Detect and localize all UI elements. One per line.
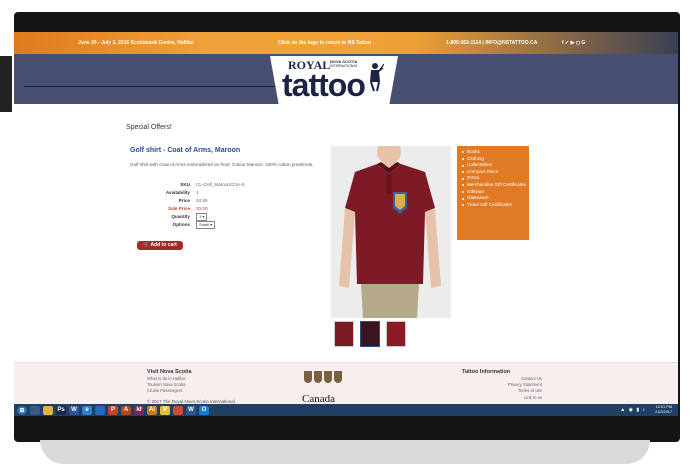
laptop-base bbox=[40, 440, 650, 464]
clock-time: 12:01 PM bbox=[655, 405, 672, 409]
category-menu: Books Clothing Collectables Compact Disc… bbox=[457, 146, 529, 240]
crest-icon bbox=[324, 371, 332, 383]
thumbnail-back[interactable] bbox=[386, 321, 406, 347]
visit-links: What to do in Halifax Tourism Nova Scoti… bbox=[147, 376, 186, 395]
logo-tattoo: tattoo bbox=[282, 67, 366, 103]
product-photo[interactable] bbox=[331, 140, 451, 318]
menu-item-compact-discs[interactable]: Compact Discs bbox=[457, 169, 529, 176]
sponsor-crests bbox=[304, 371, 342, 383]
system-tray-icons[interactable]: ▲ ◉ ▮ ♪ bbox=[620, 407, 646, 413]
menu-item-glassware[interactable]: Glassware bbox=[457, 195, 529, 202]
thumbnail-strip bbox=[334, 321, 406, 347]
main-content: Special Offers! Golf shirt - Coat of Arm… bbox=[14, 104, 678, 362]
page-title: Special Offers! bbox=[126, 124, 172, 131]
outlook-icon[interactable]: O bbox=[199, 405, 209, 415]
quantity-value: 1 bbox=[199, 214, 202, 219]
social-icons[interactable]: f ✓ ▶ ◻ G bbox=[562, 40, 585, 46]
visit-heading: Visit Nova Scotia bbox=[147, 369, 192, 375]
product-specs: SKU CL-Golf_MaroonCOA-S Availability 1 P… bbox=[130, 181, 245, 229]
quantity-select[interactable]: 1 ▾ bbox=[196, 213, 208, 221]
add-to-cart-label: Add to cart bbox=[150, 242, 177, 248]
taskbar-clock[interactable]: 12:01 PM 21/2/2017 bbox=[655, 405, 672, 414]
spec-value: CL-Golf_MaroonCOA-S bbox=[196, 182, 245, 187]
event-dates: June 26 - July 3, 2016 Scotiabank Centre… bbox=[78, 40, 194, 46]
menu-item-merchandise-gift[interactable]: Merchandise Gift Certificates bbox=[457, 182, 529, 189]
crest-icon bbox=[304, 371, 312, 383]
crest-icon bbox=[314, 371, 322, 383]
spec-value: 20.00 bbox=[196, 206, 208, 211]
info-links: Contact Us Privacy Statement Terms of us… bbox=[472, 376, 542, 401]
screen-edge-strip bbox=[0, 56, 12, 112]
thumbnail-front[interactable] bbox=[334, 321, 354, 347]
illustrator-icon[interactable]: Ai bbox=[147, 405, 157, 415]
acrobat-icon[interactable]: A bbox=[121, 405, 131, 415]
word-icon[interactable]: W bbox=[69, 405, 79, 415]
logo-hint: Click on the logo to return to NS Tattoo bbox=[278, 40, 371, 46]
bagpiper-icon bbox=[370, 63, 384, 92]
windows-taskbar: ⊞ Ps W e P A Id Ai V W O ▲ ◉ ▮ ♪ 12:01 P… bbox=[14, 404, 678, 416]
tattoo-logo[interactable]: ROYAL NOVA SCOTIA INTERNATIONAL tattoo bbox=[270, 56, 398, 106]
spec-label: Availability bbox=[165, 190, 190, 195]
info-heading: Tattoo Information bbox=[462, 369, 511, 375]
contact-info[interactable]: 1-800-563-1114 | INFO@NSTATTOO.CA bbox=[446, 40, 537, 46]
spec-label: Price bbox=[178, 198, 190, 203]
spec-row-sku: SKU CL-Golf_MaroonCOA-S bbox=[130, 181, 245, 189]
spec-row-price: Price 34.95 bbox=[130, 197, 245, 205]
folder-icon[interactable] bbox=[43, 405, 53, 415]
visit-link[interactable]: Cruise Passengers bbox=[147, 388, 186, 394]
menu-item-ticket-gift[interactable]: Ticket Gift Certificates bbox=[457, 202, 529, 209]
chrome-icon[interactable] bbox=[173, 405, 183, 415]
menu-item-clothing[interactable]: Clothing bbox=[457, 156, 529, 163]
photoshop-icon[interactable]: Ps bbox=[56, 405, 66, 415]
vectorworks-icon[interactable]: V bbox=[160, 405, 170, 415]
spec-label: Sale Price bbox=[168, 206, 190, 211]
indesign-icon[interactable]: Id bbox=[134, 405, 144, 415]
spec-label: Options bbox=[172, 222, 190, 227]
app-icon[interactable] bbox=[95, 405, 105, 415]
clock-date: 21/2/2017 bbox=[655, 409, 672, 414]
spec-label: SKU bbox=[180, 182, 190, 187]
cart-icon: 🛒 bbox=[143, 242, 150, 248]
menu-item-giftware[interactable]: Giftware bbox=[457, 189, 529, 196]
thumbnail-crest[interactable] bbox=[360, 321, 380, 347]
options-select[interactable]: Small ▾ bbox=[196, 221, 216, 229]
crest-icon bbox=[334, 371, 342, 383]
options-value: Small bbox=[199, 222, 210, 227]
golf-shirt-model-image bbox=[331, 140, 451, 318]
spec-label: Quantity bbox=[171, 214, 190, 219]
menu-item-dvds[interactable]: DVDs bbox=[457, 175, 529, 182]
menu-item-books[interactable]: Books bbox=[457, 149, 529, 156]
site-footer: Visit Nova Scotia What to do in Halifax … bbox=[14, 362, 678, 405]
explorer-icon[interactable] bbox=[30, 405, 40, 415]
windows-start-icon[interactable]: ⊞ bbox=[17, 405, 27, 415]
spec-row-sale-price: Sale Price 20.00 bbox=[130, 205, 245, 213]
product-description: Golf shirt with Coat of Arms embroidered… bbox=[130, 162, 314, 167]
event-info-bar: June 26 - July 3, 2016 Scotiabank Centre… bbox=[14, 32, 678, 54]
add-to-cart-button[interactable]: 🛒 Add to cart bbox=[137, 241, 183, 250]
product-title: Golf shirt - Coat of Arms, Maroon bbox=[130, 147, 241, 154]
powerpoint-icon[interactable]: P bbox=[108, 405, 118, 415]
browser-screen: June 26 - July 3, 2016 Scotiabank Centre… bbox=[14, 32, 678, 416]
menu-item-collectables[interactable]: Collectables bbox=[457, 162, 529, 169]
spec-value: 34.95 bbox=[196, 198, 208, 203]
word-doc-icon[interactable]: W bbox=[186, 405, 196, 415]
edge-icon[interactable]: e bbox=[82, 405, 92, 415]
spec-row-options: Options Small ▾ bbox=[130, 221, 245, 229]
spec-value: 1 bbox=[196, 190, 199, 195]
spec-row-availability: Availability 1 bbox=[130, 189, 245, 197]
info-link[interactable]: Link to us bbox=[472, 395, 542, 401]
spec-row-quantity: Quantity 1 ▾ bbox=[130, 213, 245, 221]
